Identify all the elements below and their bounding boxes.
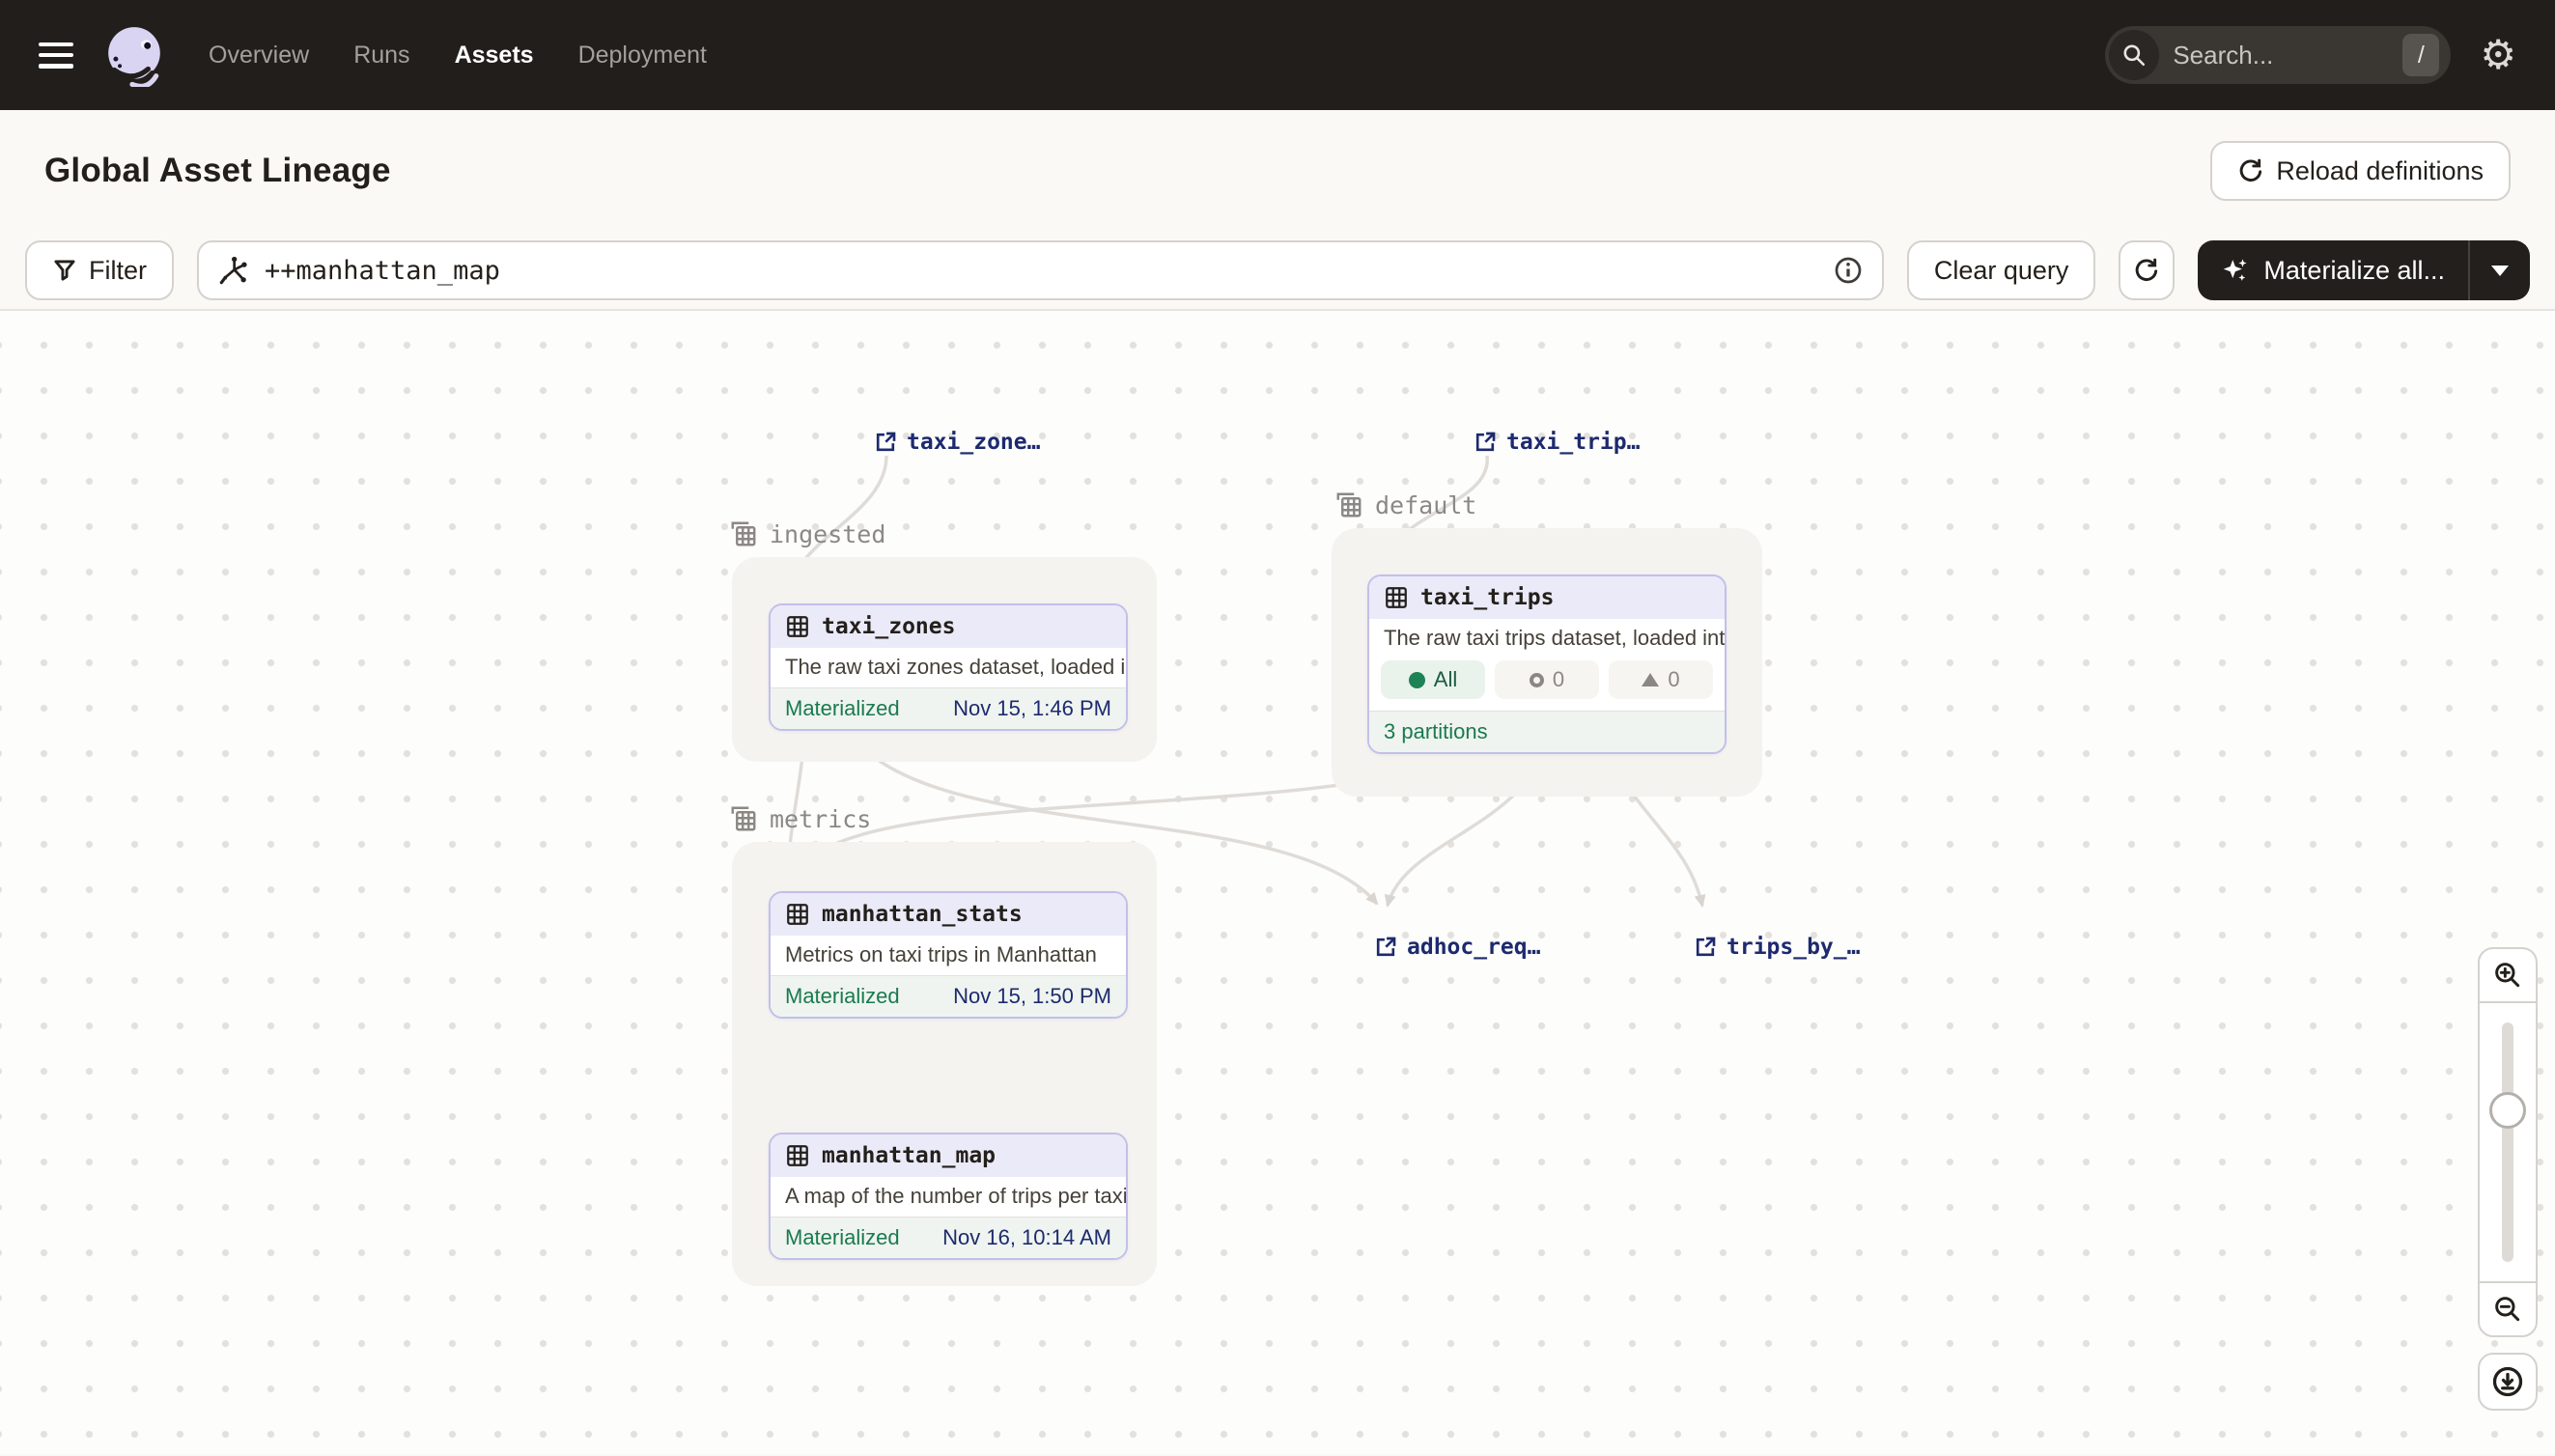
table-icon <box>1384 585 1409 610</box>
tab-deployment[interactable]: Deployment <box>578 42 707 70</box>
tab-runs[interactable]: Runs <box>353 42 409 70</box>
search-shortcut-key: / <box>2402 34 2439 76</box>
partitions-failed-pill[interactable]: 0 <box>1609 660 1713 699</box>
asset-name: manhattan_stats <box>822 902 1023 927</box>
asset-lineage-canvas[interactable]: ingested default metrics taxi_zone… taxi… <box>0 311 2555 1454</box>
success-dot-icon <box>1409 672 1425 688</box>
group-layers-icon <box>1334 490 1363 519</box>
refresh-icon <box>2133 257 2160 284</box>
materialization-timestamp: Nov 16, 10:14 AM <box>942 1225 1111 1250</box>
search-input[interactable] <box>2173 41 2402 70</box>
external-link-icon <box>1474 431 1497 454</box>
external-asset-taxi-zone[interactable]: taxi_zone… <box>874 430 1040 455</box>
status-badge: Materialized <box>785 696 900 721</box>
asset-selection-input[interactable] <box>265 256 1818 286</box>
asset-node-taxi-trips[interactable]: taxi_trips The raw taxi trips dataset, l… <box>1367 574 1727 754</box>
gear-icon[interactable]: ⚙ <box>2480 35 2516 75</box>
group-label-default[interactable]: default <box>1334 490 1476 519</box>
asset-description: The raw taxi zones dataset, loaded int..… <box>771 648 1126 687</box>
group-label-ingested[interactable]: ingested <box>729 519 885 548</box>
zoom-out-icon <box>2492 1294 2523 1325</box>
page-title: Global Asset Lineage <box>44 152 391 190</box>
asset-node-taxi-zones[interactable]: taxi_zones The raw taxi zones dataset, l… <box>769 603 1128 731</box>
materialization-timestamp: Nov 15, 1:50 PM <box>953 984 1111 1009</box>
zoom-in-icon <box>2492 960 2523 991</box>
zoom-slider-thumb[interactable] <box>2489 1092 2526 1129</box>
lineage-toolbar: Filter Clear query Materializ <box>0 232 2555 311</box>
materialize-options-button[interactable] <box>2468 240 2530 300</box>
zoom-controls <box>2478 947 2538 1411</box>
filter-button[interactable]: Filter <box>25 240 174 300</box>
asset-name: taxi_zones <box>822 614 955 639</box>
op-selector-icon <box>218 255 249 286</box>
asset-name: manhattan_map <box>822 1143 996 1168</box>
materialize-all-split-button: Materialize all... <box>2198 240 2530 300</box>
triangle-icon <box>1642 673 1659 686</box>
global-search[interactable]: / <box>2105 26 2451 84</box>
table-icon <box>785 614 810 639</box>
nav-tabs: Overview Runs Assets Deployment <box>209 42 707 70</box>
external-asset-adhoc-req[interactable]: adhoc_req… <box>1374 935 1540 960</box>
asset-node-manhattan-stats[interactable]: manhattan_stats Metrics on taxi trips in… <box>769 891 1128 1019</box>
partitions-missing-pill[interactable]: 0 <box>1495 660 1599 699</box>
tab-assets[interactable]: Assets <box>455 42 534 70</box>
refresh-graph-button[interactable] <box>2119 240 2175 300</box>
page-header: Global Asset Lineage Reload definitions <box>0 110 2555 232</box>
zoom-in-button[interactable] <box>2478 947 2538 1003</box>
download-icon <box>2490 1364 2525 1399</box>
asset-description: Metrics on taxi trips in Manhattan <box>771 936 1126 975</box>
lineage-edges <box>0 311 2555 1454</box>
group-label-metrics[interactable]: metrics <box>729 804 871 833</box>
external-link-icon <box>1694 936 1717 959</box>
group-layers-icon <box>729 519 758 548</box>
top-nav: Overview Runs Assets Deployment / ⚙ <box>0 0 2555 110</box>
search-icon <box>2109 30 2159 80</box>
chevron-down-icon <box>2491 266 2509 276</box>
table-icon <box>785 902 810 927</box>
group-layers-icon <box>729 804 758 833</box>
materialize-all-button[interactable]: Materialize all... <box>2198 240 2468 300</box>
menu-icon[interactable] <box>39 42 73 69</box>
dagster-logo[interactable] <box>102 23 166 87</box>
refresh-icon <box>2237 157 2264 184</box>
status-badge: Materialized <box>785 1225 900 1250</box>
info-icon[interactable] <box>1834 256 1863 285</box>
download-image-button[interactable] <box>2478 1353 2538 1411</box>
external-link-icon <box>874 431 897 454</box>
reload-definitions-button[interactable]: Reload definitions <box>2210 141 2511 201</box>
zoom-slider[interactable] <box>2478 1003 2538 1283</box>
asset-description: The raw taxi trips dataset, loaded into … <box>1369 619 1725 658</box>
tab-overview[interactable]: Overview <box>209 42 309 70</box>
partitions-count: 3 partitions <box>1384 719 1488 744</box>
external-asset-trips-by[interactable]: trips_by_… <box>1694 935 1860 960</box>
zoom-slider-track[interactable] <box>2502 1022 2513 1262</box>
clear-query-button[interactable]: Clear query <box>1907 240 2096 300</box>
asset-description: A map of the number of trips per taxi z.… <box>771 1177 1126 1217</box>
asset-name: taxi_trips <box>1420 585 1554 610</box>
sparkle-icon <box>2221 256 2250 285</box>
partition-health-pills: All 0 0 <box>1369 658 1725 711</box>
external-asset-taxi-trip[interactable]: taxi_trip… <box>1474 430 1640 455</box>
zoom-out-button[interactable] <box>2478 1281 2538 1337</box>
materialization-timestamp: Nov 15, 1:46 PM <box>953 696 1111 721</box>
filter-icon <box>52 258 77 283</box>
partitions-all-pill[interactable]: All <box>1381 660 1485 699</box>
ring-icon <box>1530 673 1544 687</box>
asset-node-manhattan-map[interactable]: manhattan_map A map of the number of tri… <box>769 1133 1128 1260</box>
table-icon <box>785 1143 810 1168</box>
status-badge: Materialized <box>785 984 900 1009</box>
asset-selection-input-wrap <box>197 240 1884 300</box>
external-link-icon <box>1374 936 1397 959</box>
